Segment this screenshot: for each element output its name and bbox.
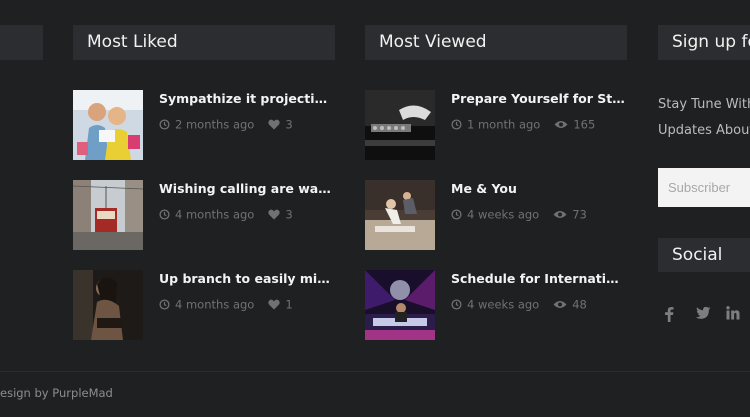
post-title-link[interactable]: Me & You (451, 181, 625, 196)
like-count: 3 (285, 117, 293, 132)
signup-description: Stay Tune With Updates About (658, 92, 750, 144)
list-item[interactable]: Prepare Yourself for Studio Re... 1 mont… (365, 90, 627, 160)
like-count: 1 (285, 297, 293, 312)
eye-icon (553, 300, 567, 309)
post-title-link[interactable]: Prepare Yourself for Studio Re... (451, 91, 625, 106)
signup-text-line2: Updates About (658, 123, 750, 138)
twitter-icon[interactable] (695, 306, 721, 324)
list-item[interactable]: Wishing calling are warrant 4 months ago… (73, 180, 335, 250)
linkedin-icon[interactable] (726, 306, 750, 324)
post-date: 4 weeks ago (467, 207, 540, 222)
post-title-link[interactable]: Wishing calling are warrant (159, 181, 333, 196)
heart-icon[interactable] (268, 299, 280, 310)
clock-icon (451, 209, 462, 220)
clock-icon (451, 119, 462, 130)
subscriber-email-input[interactable] (658, 168, 750, 207)
post-date: 4 months ago (175, 207, 255, 222)
post-date: 2 months ago (175, 117, 255, 132)
view-count: 48 (572, 297, 587, 312)
social-icons (664, 306, 750, 328)
eye-icon (553, 210, 567, 219)
left-widget-title-bar (0, 25, 43, 60)
facebook-icon[interactable] (664, 306, 690, 324)
clock-icon (159, 209, 170, 220)
footer-divider (0, 371, 750, 372)
post-thumbnail[interactable] (73, 90, 143, 160)
clock-icon (451, 299, 462, 310)
most-viewed-title: Most Viewed (365, 25, 627, 60)
post-title-link[interactable]: Sympathize it projection ye in... (159, 91, 333, 106)
like-count: 3 (285, 207, 293, 222)
post-thumbnail[interactable] (365, 270, 435, 340)
post-date: 1 month ago (467, 117, 541, 132)
view-count: 165 (573, 117, 596, 132)
view-count: 73 (572, 207, 587, 222)
heart-icon[interactable] (268, 209, 280, 220)
list-item[interactable]: Up branch to easily missed by ... 4 mont… (73, 270, 335, 340)
post-thumbnail[interactable] (365, 90, 435, 160)
list-item[interactable]: Sympathize it projection ye in... 2 mont… (73, 90, 335, 160)
clock-icon (159, 119, 170, 130)
post-date: 4 weeks ago (467, 297, 540, 312)
heart-icon[interactable] (268, 119, 280, 130)
footer-credit: esign by PurpleMad (0, 386, 113, 400)
post-thumbnail[interactable] (365, 180, 435, 250)
social-title: Social (658, 238, 750, 272)
post-title-link[interactable]: Up branch to easily missed by ... (159, 271, 333, 286)
post-title-link[interactable]: Schedule for International the... (451, 271, 625, 286)
eye-icon (554, 120, 568, 129)
clock-icon (159, 299, 170, 310)
post-thumbnail[interactable] (73, 180, 143, 250)
list-item[interactable]: Schedule for International the... 4 week… (365, 270, 627, 340)
list-item[interactable]: Me & You 4 weeks ago 73 (365, 180, 627, 250)
post-thumbnail[interactable] (73, 270, 143, 340)
signup-title: Sign up for (658, 25, 750, 60)
signup-text-line1: Stay Tune With (658, 97, 750, 112)
post-date: 4 months ago (175, 297, 255, 312)
most-liked-title: Most Liked (73, 25, 335, 60)
